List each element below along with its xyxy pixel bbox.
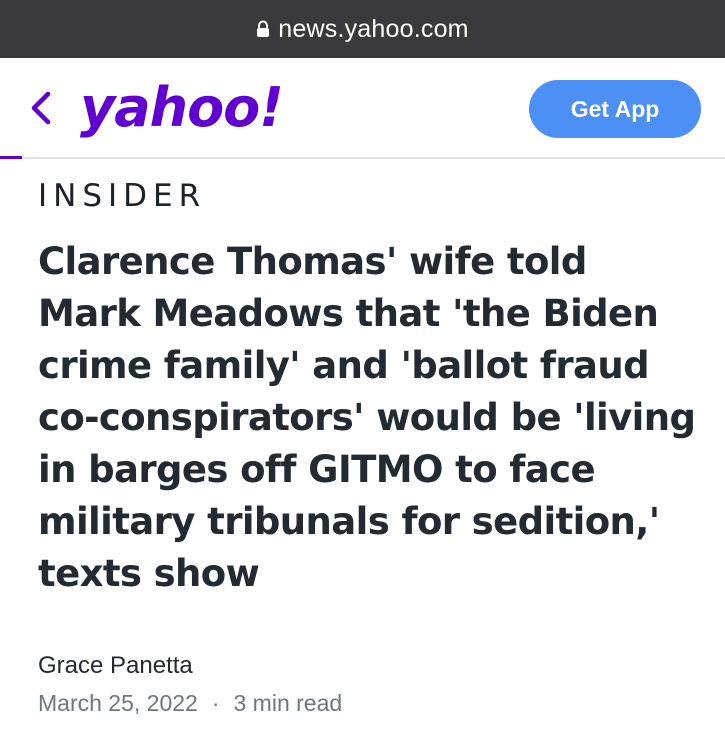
meta-separator: · [211, 690, 220, 716]
publisher-name[interactable]: INSIDER [38, 178, 206, 214]
url-text: news.yahoo.com [278, 14, 469, 43]
lock-icon [256, 20, 270, 38]
back-button[interactable] [24, 88, 58, 132]
yahoo-logo[interactable]: yahoo! [80, 78, 284, 138]
get-app-button[interactable]: Get App [529, 80, 701, 138]
site-header: yahoo! Get App [0, 58, 725, 159]
article-meta: March 25, 2022 · 3 min read [38, 690, 342, 717]
browser-url-bar[interactable]: news.yahoo.com [0, 0, 725, 58]
header-accent-underline [0, 156, 22, 159]
article-headline: Clarence Thomas' wife told Mark Meadows … [38, 240, 696, 595]
chevron-left-icon [30, 91, 52, 130]
article-author[interactable]: Grace Panetta [38, 652, 193, 680]
publish-date: March 25, 2022 [38, 690, 198, 716]
read-time: 3 min read [233, 690, 343, 716]
